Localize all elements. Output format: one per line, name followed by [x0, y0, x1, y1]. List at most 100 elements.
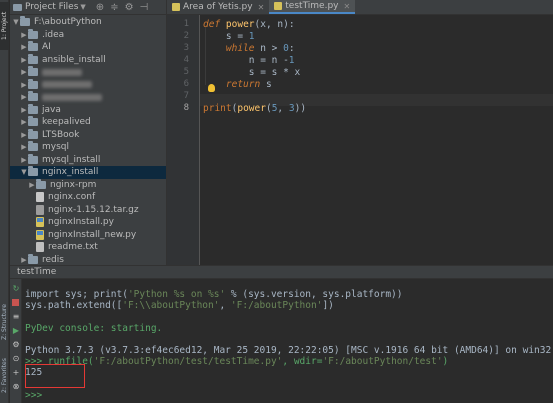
folder-icon	[28, 253, 38, 264]
code-area[interactable]: def power(x, n): s = 1 while n > 0: n = …	[203, 15, 553, 265]
chevron-right-icon[interactable]: ▶	[20, 143, 28, 151]
folder-icon	[36, 178, 46, 189]
chevron-right-icon[interactable]: ▶	[20, 68, 28, 76]
tree-item-label: keepalived	[42, 117, 91, 128]
tree-item-label: nginx-1.15.12.tar.gz	[48, 204, 139, 215]
globe-sync-icon[interactable]: ⊕	[96, 2, 104, 13]
tree-item[interactable]: ▶ mysql	[10, 141, 166, 154]
chevron-right-icon[interactable]: ▶	[20, 106, 28, 114]
tree-item[interactable]: ▶ nginx-rpm	[10, 178, 166, 192]
tree-item[interactable]: ▶	[10, 78, 166, 92]
history-icon[interactable]: ⊙	[12, 355, 20, 363]
code-line: s = 1	[203, 31, 255, 42]
stop-icon[interactable]	[12, 299, 19, 306]
chevron-down-icon[interactable]: ▼	[20, 168, 28, 176]
gear-icon[interactable]: ⚙	[125, 2, 134, 13]
debug-icon[interactable]: ⊗	[12, 383, 20, 391]
chevron-right-icon[interactable]: ▶	[20, 118, 28, 126]
project-tree: ▼ F:\aboutPython ▶ .idea ▶ AI ▶ ansible_insta…	[10, 15, 166, 265]
console-line: Python 3.7.3 (v3.7.3:ef4ec6ed12, Mar 25 …	[25, 345, 552, 356]
tree-item[interactable]: nginx.conf	[10, 191, 166, 204]
tree-item[interactable]: ▶ mysql_install	[10, 153, 166, 167]
run-console-panel: testTime ↻ ≡ ▶ ⚙ ⊙ + ⊗ import sys; print…	[10, 265, 553, 403]
chevron-right-icon[interactable]: ▶	[28, 181, 36, 189]
folder-icon	[28, 141, 38, 152]
console-line: import sys; print('Python %s on %s' % (s…	[25, 289, 403, 300]
project-panel-header: Project Files ▼ ⊕ ≑ ⚙ ⊣	[10, 0, 166, 15]
project-tool-tab[interactable]: 1: Project	[0, 2, 9, 50]
folder-icon	[28, 116, 38, 127]
close-icon[interactable]: ✕	[258, 3, 265, 12]
console-line: >>> runfile('F:/aboutPython/test/testTim…	[25, 356, 449, 368]
tree-item-label: nginx-rpm	[50, 179, 97, 190]
tree-item[interactable]: nginx-1.15.12.tar.gz	[10, 204, 166, 217]
tree-item[interactable]: ▶ LTSBook	[10, 128, 166, 142]
project-view-selector[interactable]: Project Files	[25, 2, 78, 12]
hide-panel-icon[interactable]: ⊣	[140, 2, 149, 13]
chevron-down-icon[interactable]: ▼	[80, 3, 85, 11]
chevron-right-icon[interactable]: ▶	[20, 93, 28, 101]
tree-item[interactable]: ▶	[10, 66, 166, 79]
text-file-icon	[36, 242, 44, 253]
chevron-right-icon[interactable]: ▶	[20, 43, 28, 51]
tab-testtime[interactable]: testTime.py ✕	[269, 0, 356, 14]
tree-item-label: LTSBook	[42, 129, 80, 140]
code-line: print(power(5, 3))	[203, 103, 307, 114]
line-number: 8	[183, 103, 189, 113]
close-icon[interactable]: ✕	[344, 2, 351, 11]
tree-item[interactable]: ▶ ansible_install	[10, 53, 166, 67]
folder-icon	[28, 28, 38, 39]
chevron-right-icon[interactable]: ▶	[20, 156, 28, 164]
project-panel: Project Files ▼ ⊕ ≑ ⚙ ⊣ ▼ F:\aboutPython…	[10, 0, 166, 265]
tree-item[interactable]: ▶ AI	[10, 41, 166, 54]
tree-item[interactable]: ▶ .idea	[10, 28, 166, 42]
tree-item-label: mysql_install	[42, 154, 101, 165]
redacted-label	[42, 68, 82, 76]
chevron-right-icon[interactable]: ▶	[20, 81, 28, 89]
tree-item[interactable]: readme.txt	[10, 241, 166, 254]
line-number: 4	[183, 55, 189, 65]
favorites-tool-tab[interactable]: 2: Favorites	[0, 352, 9, 400]
chevron-right-icon[interactable]: ▶	[20, 31, 28, 39]
tree-item-label: ansible_install	[42, 54, 106, 65]
settings-icon[interactable]: ⚙	[12, 341, 20, 349]
folder-icon	[28, 78, 38, 89]
code-line: return s	[225, 79, 272, 90]
code-editor: Area of Yetis.py ✕ testTime.py ✕ 1 2 3 4 5 6 7…	[166, 0, 553, 265]
run-tab-label[interactable]: testTime	[17, 267, 56, 277]
line-number: 7	[183, 91, 189, 101]
python-file-icon	[172, 3, 180, 11]
chevron-down-icon[interactable]: ▼	[12, 18, 20, 26]
tree-item[interactable]: ▶	[10, 91, 166, 104]
tree-item[interactable]: ▶ redis	[10, 253, 166, 266]
folder-icon	[28, 153, 38, 164]
tree-item[interactable]: ▶ java	[10, 103, 166, 117]
tree-root[interactable]: ▼ F:\aboutPython	[10, 16, 166, 29]
chevron-right-icon[interactable]: ▶	[20, 131, 28, 139]
chevron-right-icon[interactable]: ▶	[20, 56, 28, 64]
folder-icon	[28, 41, 38, 52]
tree-item[interactable]: ▼ nginx_install	[10, 166, 166, 179]
tab-area-of-yetis[interactable]: Area of Yetis.py ✕	[167, 0, 269, 14]
collapse-icon[interactable]: ≑	[110, 2, 118, 13]
rerun-icon[interactable]: ↻	[12, 285, 20, 293]
tree-item[interactable]: nginxInstall_new.py	[10, 229, 166, 242]
add-console-icon[interactable]: +	[12, 369, 20, 377]
structure-tool-tab[interactable]: Z: Structure	[0, 298, 9, 346]
tree-item-label: readme.txt	[48, 242, 98, 253]
tree-item-label: .idea	[42, 29, 65, 40]
python-file-icon	[36, 217, 44, 228]
code-line: def power(x, n):	[203, 19, 295, 30]
archive-file-icon	[36, 204, 44, 215]
tree-item-label: redis	[42, 254, 64, 265]
python-console-output[interactable]: import sys; print('Python %s on %s' % (s…	[25, 279, 553, 403]
code-line: while n > 0:	[225, 43, 295, 54]
python-file-icon	[36, 229, 44, 240]
chevron-right-icon[interactable]: ▶	[20, 256, 28, 264]
execute-icon[interactable]: ▶	[12, 327, 20, 335]
folder-icon	[28, 166, 38, 177]
tree-item[interactable]: ▶ keepalived	[10, 116, 166, 129]
soft-wrap-icon[interactable]: ≡	[12, 313, 20, 321]
tree-item[interactable]: nginxInstall.py	[10, 216, 166, 229]
folder-icon	[20, 16, 30, 27]
